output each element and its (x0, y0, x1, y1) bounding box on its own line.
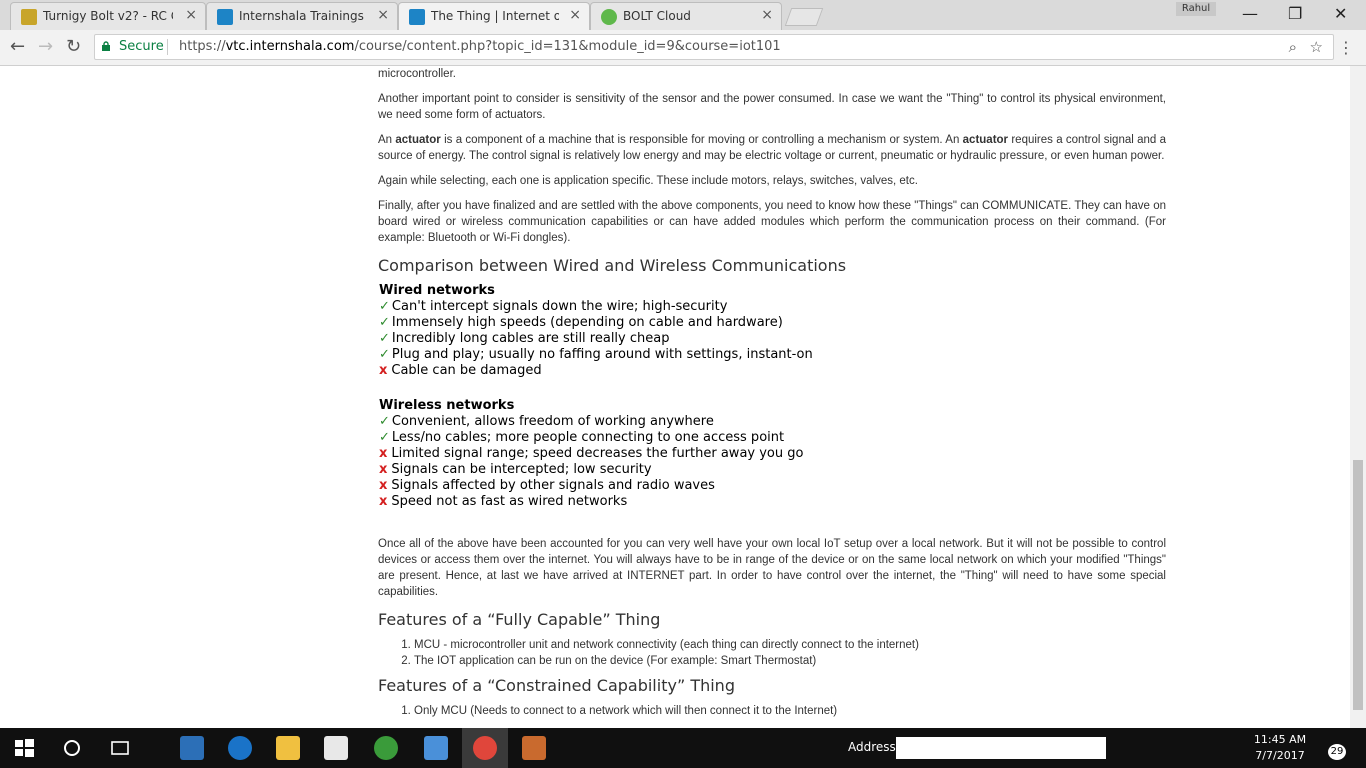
internshala-icon (217, 9, 233, 25)
close-tab-icon[interactable]: × (377, 7, 389, 23)
clock-date: 7/7/2017 (1255, 749, 1305, 762)
maximize-button[interactable]: ❐ (1288, 4, 1302, 23)
list-item: x Limited signal range; speed decreases t… (379, 446, 804, 461)
close-tab-icon[interactable]: × (185, 7, 197, 23)
internshala-icon (409, 9, 425, 25)
cortana-icon[interactable] (60, 736, 84, 760)
minimize-button[interactable]: — (1242, 4, 1258, 23)
paragraph: An actuator is a component of a machine … (378, 134, 1166, 162)
file-explorer-icon[interactable] (276, 736, 300, 760)
list-item: The IOT application can be run on the de… (414, 653, 1166, 669)
page-viewport: microcontroller. Another important point… (0, 66, 1350, 728)
paragraph: Once all of the above have been accounte… (378, 538, 1166, 598)
section-heading: Features of a “Fully Capable” Thing (378, 610, 661, 629)
windows-start-icon[interactable] (12, 736, 36, 760)
tab-internshala-trainings[interactable]: Internshala Trainings × (206, 2, 398, 30)
tab-the-thing[interactable]: The Thing | Internet of Th × (398, 2, 590, 30)
constrained-list: Only MCU (Needs to connect to a network … (378, 703, 1166, 719)
list-item: ✓ Plug and play; usually no faffing aroun… (379, 347, 813, 362)
paragraph: Again while selecting, each one is appli… (378, 175, 918, 187)
url-text[interactable]: https://vtc.internshala.com/course/conte… (179, 39, 781, 54)
list-item: ✓ Less/no cables; more people connecting … (379, 430, 785, 445)
list-item: x Signals affected by other signals and r… (379, 478, 715, 493)
tab-bolt-cloud[interactable]: BOLT Cloud × (590, 2, 782, 30)
robot-icon (21, 9, 37, 25)
star-icon[interactable]: ☆ (1310, 38, 1323, 56)
list-item: ✓ Can't intercept signals down the wire; … (379, 299, 728, 314)
edge-icon[interactable] (228, 736, 252, 760)
divider (167, 39, 168, 55)
sublime-icon[interactable] (522, 736, 546, 760)
zoom-icon[interactable]: ⌕ (1289, 38, 1297, 56)
section-heading: Comparison between Wired and Wireless Co… (378, 256, 847, 275)
list-item: MCU - microcontroller unit and network c… (414, 637, 1166, 653)
list-item: Only MCU (Needs to connect to a network … (414, 703, 1166, 719)
tab-turnigy[interactable]: Turnigy Bolt v2? - RC Gro × (10, 2, 206, 30)
tab-title: Turnigy Bolt v2? - RC Gro (43, 9, 173, 23)
notification-badge[interactable]: 29 (1328, 744, 1346, 760)
browser-toolbar: ← → ↻ Secure https://vtc.internshala.com… (0, 30, 1366, 66)
wired-list: Wired networks ✓ Can't intercept signals … (379, 283, 1166, 379)
fully-capable-list: MCU - microcontroller unit and network c… (378, 637, 1166, 669)
taskbar: Address 11:45 AM 7/7/2017 29 (0, 728, 1366, 768)
list-item: ✓ Immensely high speeds (depending on cab… (379, 315, 783, 330)
scrollbar-thumb[interactable] (1353, 460, 1363, 710)
store-icon[interactable] (324, 736, 348, 760)
paragraph: microcontroller. (378, 68, 456, 80)
address-toolbar-label: Address (848, 740, 896, 754)
list-item: x Signals can be intercepted; low securit… (379, 462, 652, 477)
secure-label: Secure (119, 39, 164, 54)
paragraph: Finally, after you have finalized and ar… (378, 200, 1166, 244)
menu-icon[interactable]: ⋮ (1338, 38, 1354, 57)
wireless-list: Wireless networks ✓ Convenient, allows fr… (379, 398, 1166, 510)
close-tab-icon[interactable]: × (569, 7, 581, 23)
profile-button[interactable]: Rahul (1176, 2, 1216, 16)
address-toolbar-input[interactable] (896, 737, 1106, 759)
photos-icon[interactable] (424, 736, 448, 760)
article: microcontroller. Another important point… (378, 66, 1166, 725)
list-item: x Cable can be damaged (379, 363, 542, 378)
wireless-title: Wireless networks (379, 398, 515, 413)
list-item: ✓ Convenient, allows freedom of working a… (379, 414, 714, 429)
section-heading: Features of a “Constrained Capability” T… (378, 676, 735, 695)
page-scrollbar[interactable] (1350, 66, 1366, 728)
tab-strip: Turnigy Bolt v2? - RC Gro × Internshala … (0, 0, 1366, 30)
back-button[interactable]: ← (10, 36, 25, 57)
close-tab-icon[interactable]: × (761, 7, 773, 23)
close-window-button[interactable]: ✕ (1334, 4, 1347, 23)
app-icon[interactable] (180, 736, 204, 760)
forward-button[interactable]: → (38, 36, 53, 57)
list-item: ✓ Incredibly long cables are still really… (379, 331, 670, 346)
list-item: x Speed not as fast as wired networks (379, 494, 628, 509)
paragraph: Another important point to consider is s… (378, 93, 1166, 121)
tab-title: Internshala Trainings (239, 9, 364, 23)
tab-title: BOLT Cloud (623, 9, 691, 23)
utorrent-icon[interactable] (374, 736, 398, 760)
new-tab-button[interactable] (784, 8, 824, 26)
task-view-icon[interactable] (108, 736, 132, 760)
address-bar[interactable]: Secure https://vtc.internshala.com/cours… (94, 34, 1334, 60)
reload-button[interactable]: ↻ (66, 36, 81, 57)
clock[interactable]: 11:45 AM 7/7/2017 (1250, 732, 1310, 764)
clock-time: 11:45 AM (1253, 733, 1307, 746)
bolt-icon (601, 9, 617, 25)
chrome-icon[interactable] (473, 736, 497, 760)
lock-icon (102, 41, 110, 51)
wired-title: Wired networks (379, 283, 495, 298)
tab-title: The Thing | Internet of Th (431, 9, 559, 23)
